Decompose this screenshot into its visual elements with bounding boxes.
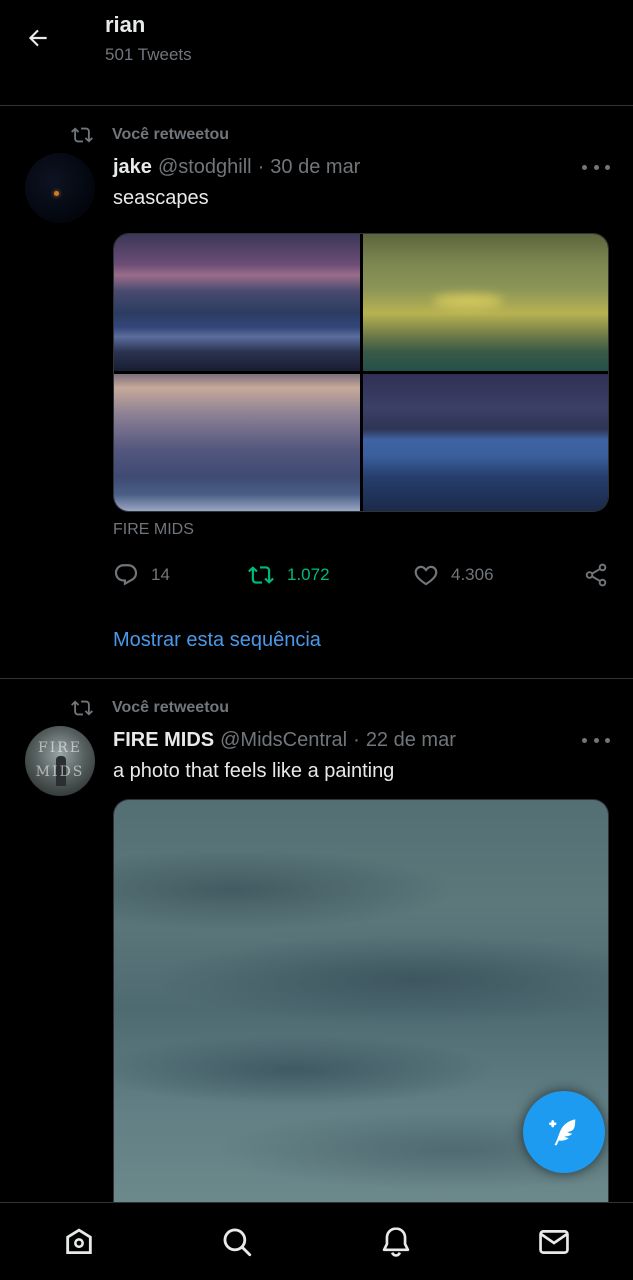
retweet-context: Você retweetou — [70, 696, 229, 720]
heart-icon — [414, 565, 438, 586]
author-name[interactable]: jake — [113, 156, 152, 179]
like-button[interactable]: 4.306 — [413, 561, 494, 589]
more-horizontal-icon — [582, 737, 587, 743]
retweet-icon — [71, 700, 93, 716]
home-icon — [66, 1228, 92, 1255]
tweet[interactable]: Você retweetou jake @stodghill · 30 de m… — [0, 107, 633, 679]
retweet-icon — [248, 566, 274, 584]
nav-search[interactable] — [218, 1223, 256, 1261]
search-icon — [223, 1228, 252, 1257]
share-icon — [585, 563, 607, 587]
media-source[interactable]: FIRE MIDS — [113, 521, 194, 539]
retweet-label: Você retweetou — [112, 699, 230, 716]
photo-seascape-1[interactable] — [114, 234, 360, 371]
retweet-context: Você retweetou — [70, 123, 229, 147]
profile-name: rian — [105, 12, 146, 37]
tweet-actions: 14 1.072 4.306 — [113, 561, 610, 589]
reply-count: 14 — [151, 565, 170, 584]
arrow-left-icon — [28, 29, 47, 47]
photo-seascape-4[interactable] — [362, 374, 608, 511]
profile-header: rian 501 Tweets — [0, 0, 633, 106]
tweet-date[interactable]: 22 de mar — [366, 729, 456, 752]
more-options-button[interactable] — [582, 157, 610, 177]
nav-messages[interactable] — [535, 1223, 573, 1261]
compose-feather-icon — [549, 1119, 577, 1146]
more-options-button[interactable] — [582, 730, 610, 750]
show-thread-link[interactable]: Mostrar esta sequência — [113, 629, 321, 652]
avatar[interactable]: FIRE MIDS — [25, 726, 95, 796]
reply-icon — [114, 564, 138, 586]
bottom-navigation — [0, 1202, 633, 1280]
bell-icon — [382, 1227, 410, 1257]
compose-tweet-button[interactable] — [523, 1091, 605, 1173]
avatar-logo-text-bottom: MIDS — [35, 764, 85, 780]
more-horizontal-icon — [582, 164, 587, 170]
mail-icon — [539, 1230, 569, 1254]
retweet-count: 1.072 — [287, 565, 330, 584]
nav-notifications[interactable] — [377, 1223, 415, 1261]
author-handle[interactable]: @MidsCentral — [220, 729, 347, 752]
avatar-logo-text-top: FIRE — [37, 740, 82, 756]
author-handle[interactable]: @stodghill — [158, 156, 252, 179]
separator: · — [353, 728, 360, 751]
media-grid — [113, 233, 609, 512]
nav-home[interactable] — [60, 1223, 98, 1261]
retweet-icon — [71, 127, 93, 143]
retweet-label: Você retweetou — [112, 126, 230, 143]
photo-seascape-3[interactable] — [114, 374, 360, 511]
share-button[interactable] — [583, 561, 621, 589]
tweet-text: a photo that feels like a painting — [113, 760, 395, 782]
back-button[interactable] — [20, 20, 56, 56]
author-name[interactable]: FIRE MIDS — [113, 729, 214, 752]
tweet-header: jake @stodghill · 30 de mar — [113, 155, 360, 179]
retweet-button[interactable]: 1.072 — [247, 561, 330, 589]
tweet-header: FIRE MIDS @MidsCentral · 22 de mar — [113, 728, 456, 752]
tweet-count: 501 Tweets — [105, 45, 192, 64]
photo-seascape-2[interactable] — [362, 234, 608, 371]
separator: · — [257, 155, 265, 178]
like-count: 4.306 — [451, 565, 494, 584]
avatar[interactable] — [25, 153, 95, 223]
tweet-date[interactable]: 30 de mar — [270, 156, 360, 179]
tweet-text: seascapes — [113, 187, 209, 209]
reply-button[interactable]: 14 — [113, 561, 170, 589]
